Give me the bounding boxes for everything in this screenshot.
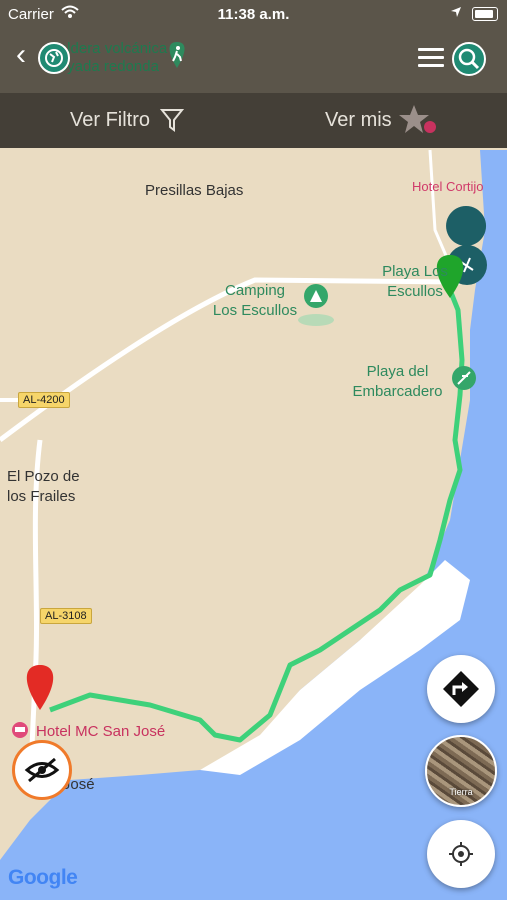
earth-view-button[interactable]: Tierra: [425, 735, 497, 807]
map-label-playa-escullos: Playa Los Escullos: [372, 262, 458, 302]
search-icon: [458, 48, 480, 70]
menu-icon-bar: [418, 64, 444, 67]
menu-icon-bar: [418, 56, 444, 59]
battery-icon: [472, 7, 498, 21]
road-badge-al4200: AL-4200: [18, 392, 70, 408]
map-label-presillas: Presillas Bajas: [145, 182, 244, 199]
hotel-cortijo-label: Hotel Cortijo: [412, 179, 484, 194]
top-bar: Carrier 11:38 a.m. Caldera volcánica Hoy…: [0, 0, 507, 93]
hide-route-button[interactable]: [12, 740, 72, 800]
locate-icon: [449, 842, 473, 866]
road-badge-al3108: AL-3108: [40, 608, 92, 624]
map-label-playa-embarcadero: Playa del Embarcadero: [340, 362, 455, 402]
back-button[interactable]: ‹: [16, 40, 26, 70]
google-logo: Google: [8, 866, 78, 889]
status-time: 11:38 a.m.: [217, 6, 290, 23]
globe-icon: [45, 49, 63, 67]
favorites-button[interactable]: Ver mis: [325, 109, 392, 132]
hotel-pin-icon[interactable]: [12, 722, 28, 738]
map-label-playa-emb-line2: Embarcadero: [352, 383, 443, 400]
google-attribution: Google: [8, 866, 78, 890]
status-bar: Carrier 11:38 a.m.: [0, 0, 507, 28]
filter-button[interactable]: Ver Filtro: [70, 109, 150, 132]
map-label-camping-line1: Camping: [224, 282, 286, 299]
locate-button[interactable]: [427, 820, 495, 888]
directions-button[interactable]: [427, 655, 495, 723]
map-label-camping-line2: Los Escullos: [212, 302, 298, 319]
filter-icon[interactable]: [160, 107, 184, 133]
map-label-hotel[interactable]: Hotel MC San José: [36, 722, 165, 742]
back-icon: ‹: [16, 38, 26, 71]
map-label-camping: Camping Los Escullos: [200, 281, 310, 321]
beach-pin-icon[interactable]: [452, 366, 476, 390]
menu-button[interactable]: [418, 48, 444, 70]
map-label-playa-emb-line1: Playa del: [366, 363, 429, 380]
map-label-playa-escullos-line2: Escullos: [387, 283, 443, 300]
earth-view-label: Tierra: [449, 787, 473, 797]
directions-icon: [443, 671, 479, 707]
map-label-playa-escullos-line1: Playa Los: [382, 263, 448, 280]
globe-button[interactable]: [38, 42, 70, 74]
location-arrow-icon: [451, 7, 461, 17]
map-label-pozo: El Pozo de los Frailes: [7, 467, 80, 507]
hiker-icon: [169, 42, 185, 68]
map-label-pozo-line2: los Frailes: [7, 488, 76, 505]
menu-icon-bar: [418, 48, 444, 51]
map-label-pozo-line1: El Pozo de: [7, 468, 80, 485]
star-icon[interactable]: [398, 103, 438, 137]
search-button[interactable]: [452, 42, 486, 76]
filter-bar: Ver Filtro Ver mis Hotel Cortijo: [0, 93, 507, 194]
hide-icon: [24, 757, 60, 783]
